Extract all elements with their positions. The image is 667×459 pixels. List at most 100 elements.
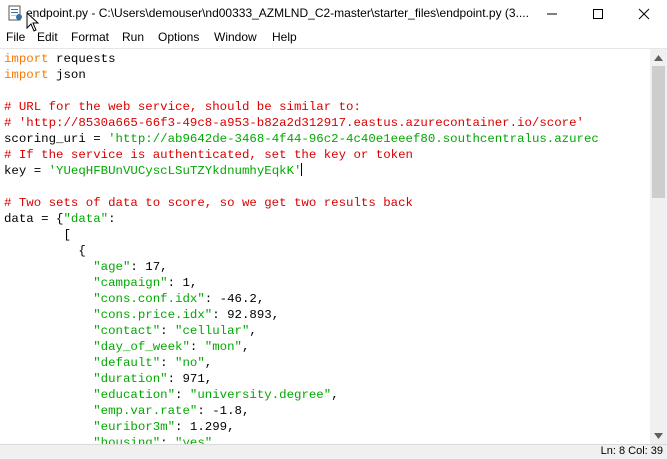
maximize-icon (593, 9, 603, 19)
menu-options[interactable]: Options (158, 30, 199, 44)
code-token: requests (48, 52, 116, 66)
code-token: : 92.893, (212, 308, 280, 322)
menu-window[interactable]: Window (214, 30, 257, 44)
code-token: "contact" (93, 324, 161, 338)
menu-file[interactable]: File (6, 30, 25, 44)
minimize-button[interactable] (529, 0, 575, 28)
code-token: : -46.2, (204, 292, 265, 306)
menu-format[interactable]: Format (71, 30, 109, 44)
close-icon (638, 8, 650, 20)
code-token: : (160, 356, 176, 370)
code-line[interactable]: [ (4, 227, 599, 243)
code-token: 'http://ab9642de-3468-4f44-96c2-4c40e1ee… (108, 132, 599, 146)
code-token: "data" (63, 212, 109, 226)
code-token: "default" (93, 356, 161, 370)
code-text[interactable]: import requests import json # URL for the… (4, 51, 599, 444)
window-title: endpoint.py - C:\Users\demouser\nd00333_… (26, 6, 529, 20)
code-line[interactable]: "campaign": 1, (4, 275, 599, 291)
code-line[interactable]: # URL for the web service, should be sim… (4, 99, 599, 115)
code-token: 'YUeqHFBUnVUCyscLSuTZYkdnumhyEqkK' (48, 164, 302, 178)
code-token: , (212, 436, 220, 444)
code-line[interactable]: "emp.var.rate": -1.8, (4, 403, 599, 419)
code-token: { (4, 244, 86, 258)
code-token: "duration" (93, 372, 168, 386)
minimize-icon (547, 13, 557, 15)
code-token: # 'http://8530a665-66f3-49c8-a953-b82a2d… (4, 116, 584, 130)
code-line[interactable]: { (4, 243, 599, 259)
code-line[interactable]: data = {"data": (4, 211, 599, 227)
code-token: scoring_uri = (4, 132, 109, 146)
code-line[interactable]: "duration": 971, (4, 371, 599, 387)
code-token: , (241, 340, 250, 354)
title-bar[interactable]: endpoint.py - C:\Users\demouser\nd00333_… (0, 0, 667, 28)
code-token: # If the service is authenticated, set t… (4, 148, 413, 162)
status-bar: Ln: 8 Col: 39 (0, 444, 667, 459)
code-token: data = { (4, 212, 64, 226)
scrollbar-thumb[interactable] (652, 66, 665, 198)
code-token: "housing" (93, 436, 161, 444)
code-token: , (249, 324, 257, 338)
code-token: : (160, 324, 176, 338)
code-line[interactable]: # Two sets of data to score, so we get t… (4, 195, 599, 211)
code-line[interactable]: "cons.price.idx": 92.893, (4, 307, 599, 323)
chevron-up-icon (654, 54, 663, 61)
code-token: , (204, 356, 213, 370)
code-token: : (108, 212, 116, 226)
code-token: "no" (175, 356, 205, 370)
code-line[interactable]: # 'http://8530a665-66f3-49c8-a953-b82a2d… (4, 115, 599, 131)
code-line[interactable]: "euribor3m": 1.299, (4, 419, 599, 435)
code-line[interactable] (4, 179, 599, 195)
scroll-up-button[interactable] (650, 49, 667, 66)
code-token: : 1.299, (175, 420, 235, 434)
code-token: , (331, 388, 339, 402)
code-token: "cellular" (175, 324, 250, 338)
code-token: "yes" (175, 436, 213, 444)
code-line[interactable]: import requests (4, 51, 599, 67)
code-token: "day_of_week" (93, 340, 190, 354)
vertical-scrollbar[interactable] (650, 49, 667, 444)
code-token: # Two sets of data to score, so we get t… (4, 196, 413, 210)
close-button[interactable] (621, 0, 667, 28)
code-token: "cons.conf.idx" (93, 292, 205, 306)
menu-edit[interactable]: Edit (37, 30, 58, 44)
scroll-down-button[interactable] (650, 427, 667, 444)
code-line[interactable] (4, 83, 599, 99)
code-token: "age" (93, 260, 131, 274)
code-line[interactable]: "default": "no", (4, 355, 599, 371)
maximize-button[interactable] (575, 0, 621, 28)
code-line[interactable]: # If the service is authenticated, set t… (4, 147, 599, 163)
code-line[interactable]: "housing": "yes", (4, 435, 599, 444)
code-line[interactable]: "cons.conf.idx": -46.2, (4, 291, 599, 307)
cursor-position: Ln: 8 Col: 39 (600, 445, 663, 457)
mouse-pointer-icon (26, 12, 40, 32)
menu-run[interactable]: Run (122, 30, 144, 44)
menu-bar: File Edit Format Run Options Window Help (0, 28, 667, 49)
code-line[interactable]: "day_of_week": "mon", (4, 339, 599, 355)
code-token: [ (4, 228, 71, 242)
python-idle-icon (7, 5, 23, 21)
code-line[interactable]: scoring_uri = 'http://ab9642de-3468-4f44… (4, 131, 599, 147)
code-token: : -1.8, (197, 404, 250, 418)
code-token: # URL for the web service, should be sim… (4, 100, 361, 114)
code-line[interactable]: "age": 17, (4, 259, 599, 275)
code-token: : (160, 436, 176, 444)
code-line[interactable]: key = 'YUeqHFBUnVUCyscLSuTZYkdnumhyEqkK' (4, 163, 599, 179)
code-token: key = (4, 164, 49, 178)
code-token: : 1, (167, 276, 198, 290)
menu-help[interactable]: Help (272, 30, 297, 44)
code-line[interactable]: import json (4, 67, 599, 83)
code-line[interactable]: "education": "university.degree", (4, 387, 599, 403)
code-editor[interactable]: import requests import json # URL for the… (0, 49, 650, 444)
code-token: "education" (93, 388, 176, 402)
code-line[interactable]: "contact": "cellular", (4, 323, 599, 339)
code-token: import (4, 52, 49, 66)
code-token: "emp.var.rate" (93, 404, 198, 418)
